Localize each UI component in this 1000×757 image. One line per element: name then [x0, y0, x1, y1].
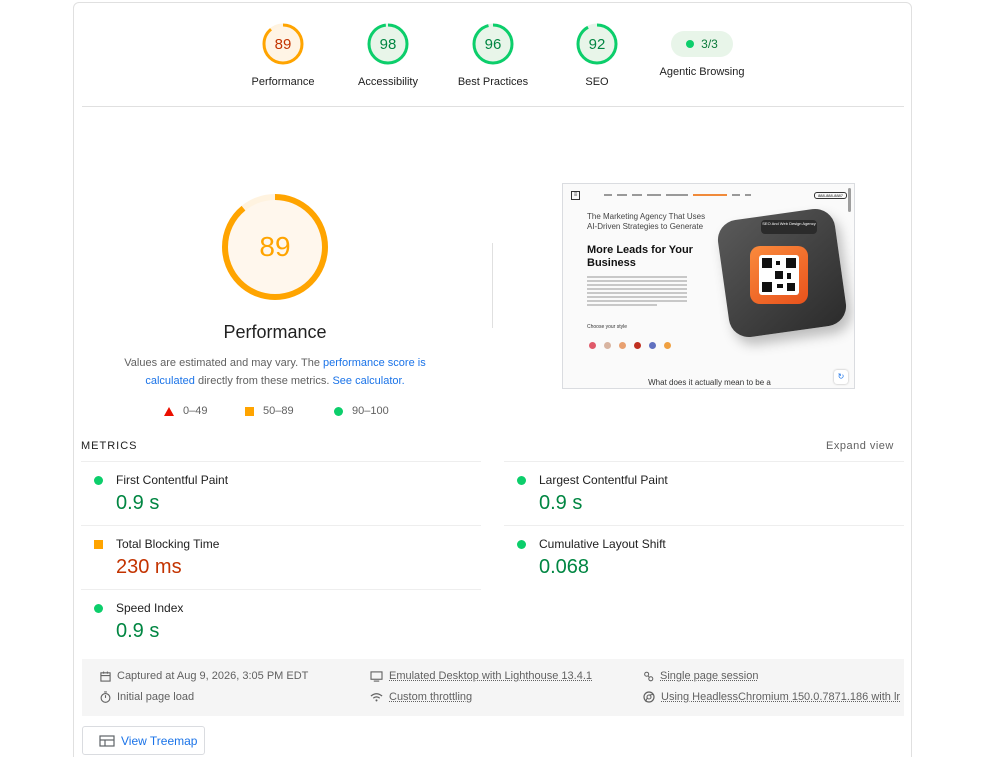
desc-text-2: directly from these metrics.: [195, 375, 333, 387]
calendar-icon: [100, 671, 111, 682]
legend-fail-label: 0–49: [183, 405, 207, 417]
metric-speed-index: Speed Index 0.9 s: [81, 589, 481, 653]
metric-value: 0.068: [539, 556, 589, 579]
performance-big-score: 89: [259, 231, 290, 262]
screenshot-body-text: [587, 276, 687, 308]
pass-circle-icon: [334, 407, 343, 416]
metric-value: 0.9 s: [116, 620, 159, 643]
performance-gauge-ring: 89: [261, 22, 305, 66]
screenshot-style-swatches: [589, 342, 671, 349]
accessibility-gauge-ring: 98: [366, 22, 410, 66]
legend-pass-label: 90–100: [352, 405, 389, 417]
see-calculator-link[interactable]: See calculator.: [332, 375, 404, 387]
legend-average-label: 50–89: [263, 405, 294, 417]
fail-triangle-icon: [164, 407, 174, 416]
emulated-device[interactable]: Emulated Desktop with Lighthouse 13.4.1: [370, 670, 592, 682]
browser-text[interactable]: Using HeadlessChromium 150.0.7871.186 wi…: [661, 691, 900, 703]
legend-fail: 0–49: [164, 405, 207, 417]
captured-at-text: Captured at Aug 9, 2026, 3:05 PM EDT: [117, 670, 308, 682]
vertical-separator: [492, 243, 493, 328]
header-divider: [82, 106, 904, 107]
site-logo-icon: ≡: [571, 191, 580, 200]
score-legend: 0–49 50–89 90–100: [160, 405, 420, 421]
session-text[interactable]: Single page session: [660, 670, 758, 682]
screenshot-heading: More Leads for Your Business: [587, 244, 717, 270]
throttling[interactable]: Custom throttling: [370, 691, 472, 703]
wifi-icon: [370, 692, 383, 702]
average-square-icon: [94, 540, 103, 549]
expand-view-toggle[interactable]: Expand view: [826, 440, 894, 452]
metric-value: 0.9 s: [539, 492, 582, 515]
metric-value: 0.9 s: [116, 492, 159, 515]
best-practices-gauge-ring: 96: [471, 22, 515, 66]
metrics-title: METRICS: [81, 440, 138, 452]
treemap-icon: [99, 735, 115, 747]
metric-first-contentful-paint: First Contentful Paint 0.9 s: [81, 461, 481, 525]
seo-label: SEO: [547, 76, 647, 88]
agentic-pill: 3/3: [671, 31, 733, 57]
metric-largest-contentful-paint: Largest Contentful Paint 0.9 s: [504, 461, 904, 525]
screenshot-style-label: Choose your style: [587, 324, 627, 330]
performance-label: Performance: [233, 76, 333, 88]
performance-score: 89: [275, 36, 292, 53]
browser-version[interactable]: Using HeadlessChromium 150.0.7871.186 wi…: [643, 691, 900, 703]
page-session[interactable]: Single page session: [643, 670, 758, 682]
desktop-icon: [370, 671, 383, 682]
timer-icon: [100, 691, 111, 703]
legend-average: 50–89: [245, 405, 294, 417]
gauge-accessibility[interactable]: 98 Accessibility: [338, 22, 438, 88]
throttling-text[interactable]: Custom throttling: [389, 691, 472, 703]
metric-cumulative-layout-shift: Cumulative Layout Shift 0.068: [504, 525, 904, 589]
chrome-icon: [643, 691, 655, 703]
pass-circle-icon: [517, 540, 526, 549]
nav-placeholder-links: [604, 194, 751, 196]
initial-page-load: Initial page load: [100, 691, 194, 703]
performance-title: Performance: [175, 322, 375, 343]
best-practices-label: Best Practices: [443, 76, 543, 88]
gauge-best-practices[interactable]: 96 Best Practices: [443, 22, 543, 88]
screenshot-phone-button: 888-888-8887: [814, 192, 847, 199]
average-square-icon: [245, 407, 254, 416]
pass-circle-icon: [94, 604, 103, 613]
performance-description: Values are estimated and may vary. The p…: [115, 354, 435, 390]
score-gauges: 89 Performance 98 Accessibility 96 Best …: [225, 22, 765, 94]
view-treemap-label[interactable]: View Treemap: [121, 734, 197, 748]
view-treemap-button[interactable]: View Treemap: [82, 726, 205, 755]
accessibility-score: 98: [380, 36, 397, 53]
best-practices-score: 96: [485, 36, 502, 53]
pass-circle-icon: [94, 476, 103, 485]
screenshot-subtitle: The Marketing Agency That Uses AI-Driven…: [587, 212, 707, 232]
seo-gauge-ring: 92: [575, 22, 619, 66]
accessibility-label: Accessibility: [338, 76, 438, 88]
metric-name: Cumulative Layout Shift: [539, 537, 666, 551]
metric-value: 230 ms: [116, 556, 182, 579]
screenshot-scrollbar: [848, 188, 851, 212]
screenshot-badge: SEO And Web Design Agency: [761, 220, 817, 234]
agentic-value: 3/3: [701, 37, 718, 51]
metric-name: Total Blocking Time: [116, 537, 219, 551]
agentic-label: Agentic Browsing: [652, 66, 752, 78]
gauge-performance[interactable]: 89 Performance: [233, 22, 333, 88]
metric-name: Speed Index: [116, 601, 183, 615]
captured-at: Captured at Aug 9, 2026, 3:05 PM EDT: [100, 670, 308, 682]
screenshot-nav: ≡ 888-888-8887: [571, 190, 847, 200]
metric-name: First Contentful Paint: [116, 473, 228, 487]
pass-dot-icon: [686, 40, 694, 48]
initial-load-text: Initial page load: [117, 691, 194, 703]
final-screenshot[interactable]: ≡ 888-888-8887 The Marketing Agency That…: [562, 183, 855, 389]
runtime-settings: Captured at Aug 9, 2026, 3:05 PM EDT Ini…: [82, 659, 904, 716]
screenshot-bottom-text: What does it actually mean to be a: [563, 378, 855, 387]
emulated-text[interactable]: Emulated Desktop with Lighthouse 13.4.1: [389, 670, 592, 682]
legend-pass: 90–100: [334, 405, 389, 417]
seo-score: 92: [589, 36, 606, 53]
gauge-seo[interactable]: 92 SEO: [547, 22, 647, 88]
performance-big-gauge: 89: [221, 193, 329, 301]
metric-total-blocking-time: Total Blocking Time 230 ms: [81, 525, 481, 589]
desc-text-1: Values are estimated and may vary. The: [124, 357, 323, 369]
metric-name: Largest Contentful Paint: [539, 473, 668, 487]
qr-code-icon: [759, 255, 799, 295]
pass-circle-icon: [517, 476, 526, 485]
session-icon: [643, 671, 654, 682]
gauge-agentic-browsing[interactable]: 3/3 Agentic Browsing: [652, 22, 752, 78]
